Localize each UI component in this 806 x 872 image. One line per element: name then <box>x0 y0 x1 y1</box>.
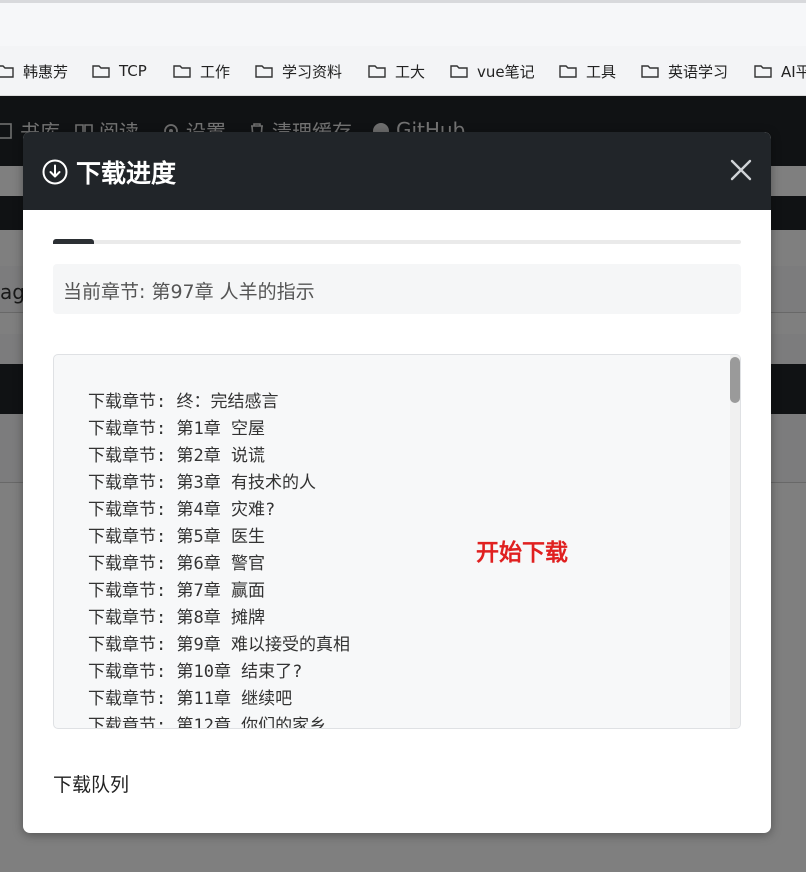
download-log-panel[interactable]: 下载章节: 终：完结感言 下载章节: 第1章 空屋 下载章节: 第2章 说谎 下载章节… <box>53 354 741 729</box>
folder-icon <box>754 65 772 78</box>
current-chapter-box: 当前章节: 第97章 人羊的指示 <box>53 264 741 314</box>
download-progress-modal: 下载进度 当前章节: 第97章 人羊的指示 下载章节: 终：完结感言 下载章节: … <box>23 132 771 833</box>
log-line: 下载章节: 第2章 说谎 <box>88 446 265 466</box>
close-icon[interactable] <box>725 154 757 186</box>
bookmark-folder[interactable]: 工大 <box>368 46 426 95</box>
folder-icon <box>255 65 273 78</box>
scrollbar-thumb[interactable] <box>730 357 740 403</box>
download-circle-icon <box>42 159 68 185</box>
log-line: 下载章节: 第4章 灾难? <box>88 500 276 520</box>
folder-icon <box>450 65 468 78</box>
current-chapter-value: 第97章 人羊的指示 <box>151 281 315 303</box>
bookmark-label: vue笔记 <box>477 62 535 81</box>
bookmark-folder[interactable]: TCP <box>92 46 147 95</box>
folder-icon <box>173 65 191 78</box>
download-log-list: 下载章节: 终：完结感言 下载章节: 第1章 空屋 下载章节: 第2章 说谎 下载章节… <box>88 389 350 729</box>
folder-icon <box>559 65 577 78</box>
log-line: 下载章节: 第7章 赢面 <box>88 581 265 601</box>
bookmark-folder[interactable]: 工作 <box>173 46 231 95</box>
bookmark-folder[interactable]: 英语学习 <box>641 46 729 95</box>
log-line: 下载章节: 第10章 结束了? <box>88 662 303 682</box>
log-line: 下载章节: 第12章 你们的家乡 <box>88 716 327 729</box>
modal-header: 下载进度 <box>23 132 771 210</box>
modal-title: 下载进度 <box>76 159 177 188</box>
log-line: 下载章节: 第3章 有技术的人 <box>88 473 316 493</box>
bookmark-label: 工具 <box>586 62 617 81</box>
log-line: 下载章节: 第8章 摊牌 <box>88 608 265 628</box>
bookmark-folder[interactable]: 工具 <box>559 46 617 95</box>
scrollbar-track[interactable] <box>730 355 740 728</box>
progress-fill <box>53 239 95 244</box>
start-download-status: 开始下载 <box>476 540 568 566</box>
bookmark-label: 韩惠芳 <box>23 62 69 81</box>
folder-icon <box>92 65 110 78</box>
log-line: 下载章节: 第1章 空屋 <box>88 419 265 439</box>
bookmark-label: 工大 <box>395 62 426 81</box>
bookmark-folder[interactable]: AI平 <box>754 46 806 95</box>
log-line: 下载章节: 第11章 继续吧 <box>88 689 293 709</box>
log-line: 下载章节: 第6章 警官 <box>88 554 265 574</box>
log-line: 下载章节: 第9章 难以接受的真相 <box>88 635 350 655</box>
folder-icon <box>368 65 386 78</box>
download-queue-heading: 下载队列 <box>53 774 130 796</box>
bookmark-folder[interactable]: 学习资料 <box>255 46 343 95</box>
log-line: 下载章节: 终：完结感言 <box>88 392 279 412</box>
current-chapter-text: 当前章节: 第97章 人羊的指示 <box>63 277 315 304</box>
download-progress-bar <box>53 239 741 244</box>
browser-toolbar <box>0 0 806 46</box>
log-line: 下载章节: 第5章 医生 <box>88 527 265 547</box>
folder-icon <box>641 65 659 78</box>
bookmark-label: 工作 <box>200 62 231 81</box>
folder-icon <box>0 65 14 78</box>
current-chapter-label: 当前章节: <box>63 281 152 303</box>
bookmark-label: 学习资料 <box>282 62 343 81</box>
bookmarks-bar: 韩惠芳 TCP 工作 学习资料 工大 vue笔记 工具 英语学习 AI平 <box>0 46 806 96</box>
bookmark-label: AI平 <box>781 62 806 81</box>
bookmark-folder[interactable]: 韩惠芳 <box>0 46 69 95</box>
bookmark-label: TCP <box>119 62 147 80</box>
bookmark-folder[interactable]: vue笔记 <box>450 46 535 95</box>
bookmark-label: 英语学习 <box>668 62 729 81</box>
